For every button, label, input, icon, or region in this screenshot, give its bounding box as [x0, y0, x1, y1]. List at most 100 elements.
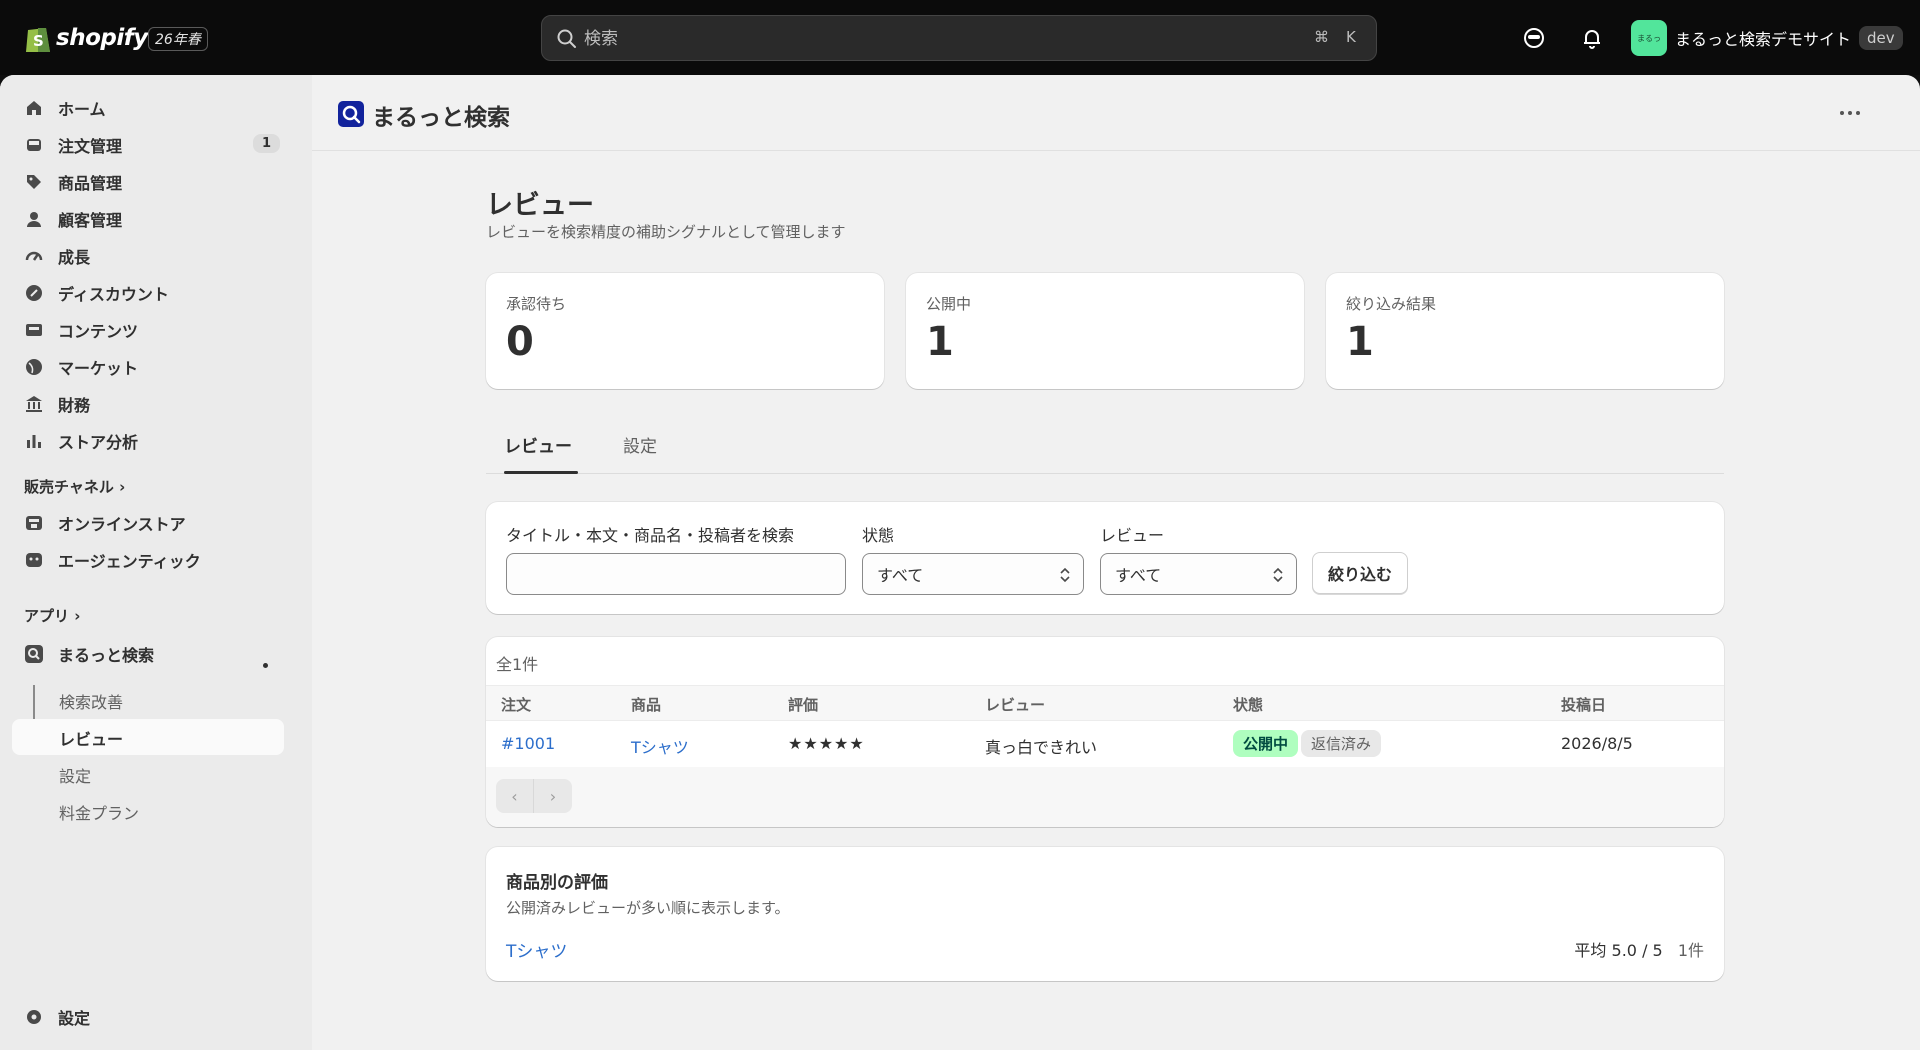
sidebar-item-products[interactable]: 商品管理	[24, 166, 280, 198]
chart-icon	[27, 435, 41, 448]
sidebar-item-label: コンテンツ	[58, 322, 139, 341]
product-ratings-subtitle: 公開済みレビューが多い順に表示します。	[506, 899, 790, 917]
th-rating: 評価	[788, 696, 819, 714]
sidebar-sub-reviews[interactable]: レビュー	[59, 726, 123, 750]
status-badge-replied: 返信済み	[1301, 730, 1382, 757]
rated-product-link[interactable]: Tシャツ	[506, 937, 567, 962]
svg-text:S: S	[33, 32, 44, 50]
app-search-icon	[25, 645, 43, 663]
sidebar-item-label: ホーム	[58, 100, 106, 119]
sidebar-item-label: 財務	[58, 396, 91, 415]
apply-filter-button[interactable]: 絞り込む	[1312, 552, 1409, 594]
th-review: レビュー	[985, 696, 1046, 714]
sidebar: ホーム 注文管理 1 商品管理 顧客管理 成長 ディスカウント コンテンツ マー…	[0, 75, 312, 1050]
sidebar-item-orders[interactable]: 注文管理 1	[24, 129, 280, 161]
stat-label: 公開中	[926, 295, 972, 313]
review-select-value: すべて	[1115, 566, 1162, 585]
review-select[interactable]: すべて	[1100, 553, 1297, 595]
admin-frame: ホーム 注文管理 1 商品管理 顧客管理 成長 ディスカウント コンテンツ マー…	[0, 75, 1920, 1050]
sidebar-item-home[interactable]: ホーム	[24, 92, 280, 124]
th-status: 状態	[1233, 696, 1264, 714]
app-header: まるっと検索	[312, 75, 1920, 151]
order-link[interactable]: #1001	[501, 734, 555, 753]
tab-settings[interactable]: 設定	[623, 432, 657, 457]
th-product: 商品	[631, 696, 662, 714]
next-page-button[interactable]: ›	[534, 779, 572, 813]
sidebar-item-label: 設定	[58, 1009, 91, 1028]
prev-page-button[interactable]: ‹	[496, 779, 534, 813]
product-ratings-card: 商品別の評価 公開済みレビューが多い順に表示します。 Tシャツ 平均 5.0 /…	[486, 847, 1724, 981]
th-order: 注文	[501, 696, 532, 714]
store-avatar: まるっ	[1631, 20, 1667, 56]
sidebar-item-online-store[interactable]: オンラインストア	[24, 507, 280, 539]
search-filter-label: タイトル・本文・商品名・投稿者を検索	[506, 526, 795, 545]
more-actions-icon[interactable]	[1840, 111, 1860, 115]
k-key: K	[1346, 28, 1356, 46]
sidebar-item-growth[interactable]: 成長	[24, 240, 280, 272]
th-date: 投稿日	[1561, 696, 1607, 714]
stat-value: 0	[506, 319, 534, 365]
sidebar-item-finance[interactable]: 財務	[24, 388, 280, 420]
review-count: 1件	[1677, 941, 1704, 960]
stat-value: 1	[926, 319, 954, 365]
apps-heading[interactable]: アプリ ›	[24, 605, 80, 626]
sidebar-item-label: 成長	[58, 248, 91, 267]
sidebar-item-analytics[interactable]: ストア分析	[24, 425, 280, 457]
person-icon	[27, 212, 41, 227]
content-icon	[26, 324, 42, 336]
bank-icon	[26, 396, 42, 412]
sidebar-item-label: ストア分析	[58, 433, 139, 452]
table-header: 注文 商品 評価 レビュー 状態 投稿日	[486, 685, 1724, 721]
main-content: まるっと検索 レビュー レビューを検索精度の補助シグナルとして管理します 承認待…	[312, 75, 1920, 1050]
stat-card-published: 公開中 1	[906, 273, 1304, 389]
avg-label: 平均	[1574, 941, 1607, 960]
status-select[interactable]: すべて	[862, 553, 1084, 595]
select-arrows-icon	[1273, 567, 1283, 583]
global-search[interactable]: ⌘ K	[541, 15, 1377, 61]
sidebar-item-settings[interactable]: 設定	[24, 1001, 280, 1033]
sidebar-item-discounts[interactable]: ディスカウント	[24, 277, 280, 309]
search-icon	[557, 29, 576, 48]
shopify-logo[interactable]: S shopify	[24, 22, 148, 54]
sidebar-sub-pricing[interactable]: 料金プラン	[59, 800, 139, 824]
product-link[interactable]: Tシャツ	[631, 734, 689, 758]
store-icon	[26, 516, 42, 530]
search-input[interactable]	[584, 26, 1284, 52]
sidebar-item-label: エージェンティック	[58, 552, 201, 571]
sidebar-item-markets[interactable]: マーケット	[24, 351, 280, 383]
bell-icon[interactable]	[1580, 26, 1604, 50]
status-badges: 公開中 返信済み	[1233, 730, 1384, 757]
sidebar-sub-search-improve[interactable]: 検索改善	[59, 689, 123, 713]
sidebar-item-label: 注文管理	[58, 137, 123, 156]
agent-icon	[26, 553, 42, 567]
active-highlight	[12, 719, 284, 755]
status-filter-label: 状態	[862, 526, 895, 545]
tab-active-indicator	[504, 471, 578, 474]
inbox-icon	[27, 139, 41, 151]
review-search-input[interactable]	[506, 553, 846, 595]
result-count: 全1件	[496, 655, 539, 674]
stat-label: 承認待ち	[506, 295, 567, 313]
sidebar-item-app-marutto[interactable]: まるっと検索	[24, 638, 280, 670]
sidebar-item-agentic[interactable]: エージェンティック	[24, 544, 280, 576]
review-text: 真っ白できれい	[985, 738, 1098, 757]
sidebar-item-customers[interactable]: 顧客管理	[24, 203, 280, 235]
sidebar-item-content[interactable]: コンテンツ	[24, 314, 280, 346]
home-icon	[27, 101, 41, 115]
gear-icon	[27, 1010, 41, 1024]
tab-reviews[interactable]: レビュー	[504, 432, 572, 457]
store-tag: dev	[1859, 26, 1903, 50]
page-title: レビュー	[486, 190, 594, 221]
sidebar-sub-settings[interactable]: 設定	[59, 763, 91, 787]
store-menu[interactable]: まるっ まるっと検索デモサイト dev	[1631, 20, 1903, 56]
pagination: ‹ ›	[496, 779, 572, 813]
select-arrows-icon	[1060, 567, 1070, 583]
edition-badge[interactable]: 26年春	[148, 27, 208, 51]
sidekick-icon[interactable]	[1522, 26, 1546, 50]
stat-card-filtered: 絞り込み結果 1	[1326, 273, 1724, 389]
sales-channels-heading[interactable]: 販売チャネル ›	[24, 476, 125, 497]
store-name: まるっと検索デモサイト	[1675, 30, 1852, 49]
filter-card: タイトル・本文・商品名・投稿者を検索 状態 すべて レビュー すべて 絞り込む	[486, 502, 1724, 614]
shopify-wordmark: shopify	[56, 25, 148, 51]
sidebar-item-label: 商品管理	[58, 174, 123, 193]
